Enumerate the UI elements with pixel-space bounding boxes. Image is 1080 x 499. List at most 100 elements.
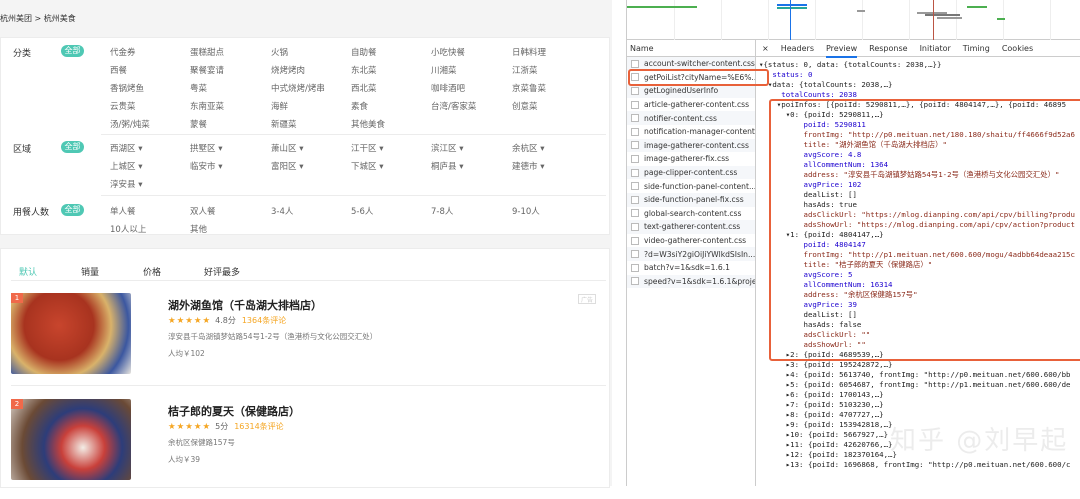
poi-item[interactable]: 1 湖外湖鱼馆（千岛湖大排档店） ★★★★★ 4.8分 1364条评论 淳安县千岛湖镇梦姑… — [1, 293, 611, 393]
request-item[interactable]: notification-manager-content... — [627, 125, 755, 139]
request-item[interactable]: getLoginedUserInfo — [627, 84, 755, 98]
filter-option[interactable]: 台湾/客家菜 — [431, 100, 476, 112]
json-line[interactable]: ▸6: {poiId: 1700143,…} — [759, 390, 1075, 400]
filter-option[interactable]: 代金券 — [110, 46, 136, 58]
request-item[interactable]: article-gatherer-content.css — [627, 98, 755, 112]
name-column-header[interactable]: Name — [627, 40, 755, 57]
filter-option[interactable]: 江干区 ▾ — [351, 142, 383, 154]
filter-option[interactable]: 素食 — [351, 100, 368, 112]
filter-option[interactable]: 火锅 — [271, 46, 288, 58]
sort-tab[interactable]: 默认 — [19, 265, 37, 278]
json-line[interactable]: ▾data: {totalCounts: 2038,…} — [759, 80, 1075, 90]
json-line[interactable]: ▸7: {poiId: 5103230,…} — [759, 400, 1075, 410]
filter-option[interactable]: 萧山区 ▾ — [271, 142, 303, 154]
filter-option[interactable]: 东南亚菜 — [190, 100, 224, 112]
json-line[interactable]: ▸5: {poiId: 6054687, frontImg: "http://p… — [759, 380, 1075, 390]
filter-option[interactable]: 东北菜 — [351, 64, 377, 76]
filter-option[interactable]: 淳安县 ▾ — [110, 178, 142, 190]
comment-count-link[interactable]: 1364条评论 — [242, 316, 286, 325]
sort-tab[interactable]: 好评最多 — [204, 265, 240, 278]
filter-option[interactable]: 下城区 ▾ — [351, 160, 383, 172]
filter-option[interactable]: 其他 — [190, 223, 207, 235]
filter-option[interactable]: 富阳区 ▾ — [271, 160, 303, 172]
filter-all-button[interactable]: 全部 — [61, 45, 84, 57]
poi-item[interactable]: 2 桔子郎的夏天（保健路店） ★★★★★ 5分 16314条评论 余杭区保健路157号 人均… — [1, 399, 611, 499]
filter-option[interactable]: 滨江区 ▾ — [431, 142, 463, 154]
sort-tab[interactable]: 销量 — [81, 265, 99, 278]
filter-all-button[interactable]: 全部 — [61, 141, 84, 153]
filter-option[interactable]: 余杭区 ▾ — [512, 142, 544, 154]
tab-preview[interactable]: Preview — [826, 44, 858, 58]
json-line[interactable]: ▸10: {poiId: 5667927,…} — [759, 430, 1075, 440]
filter-option[interactable]: 日韩料理 — [512, 46, 546, 58]
filter-option[interactable]: 拱墅区 ▾ — [190, 142, 222, 154]
tab-headers[interactable]: Headers — [781, 44, 814, 53]
tab-cookies[interactable]: Cookies — [1002, 44, 1033, 53]
json-line[interactable]: ▸8: {poiId: 4707727,…} — [759, 410, 1075, 420]
filter-option[interactable]: 单人餐 — [110, 205, 136, 217]
filter-option[interactable]: 小吃快餐 — [431, 46, 465, 58]
json-line[interactable]: ▸13: {poiId: 1696868, frontImg: "http://… — [759, 460, 1075, 470]
filter-option[interactable]: 双人餐 — [190, 205, 216, 217]
request-item[interactable]: image-gatherer-fix.css — [627, 152, 755, 166]
filter-option[interactable]: 9-10人 — [512, 205, 540, 217]
json-line[interactable]: ▸11: {poiId: 42620766,…} — [759, 440, 1075, 450]
filter-option[interactable]: 江浙菜 — [512, 64, 538, 76]
poi-title[interactable]: 湖外湖鱼馆（千岛湖大排档店） — [168, 297, 322, 313]
waterfall-overview[interactable] — [627, 0, 1080, 40]
filter-option[interactable]: 汤/粥/炖菜 — [110, 118, 150, 130]
tab-response[interactable]: Response — [869, 44, 907, 53]
filter-option[interactable]: 创意菜 — [512, 100, 538, 112]
filter-option[interactable]: 临安市 ▾ — [190, 160, 222, 172]
request-item[interactable]: batch?v=1&sdk=1.6.1 — [627, 261, 755, 275]
filter-option[interactable]: 10人以上 — [110, 223, 146, 235]
json-line[interactable]: status: 0 — [759, 70, 1075, 80]
filter-option[interactable]: 蛋糕甜点 — [190, 46, 224, 58]
tab-initiator[interactable]: Initiator — [920, 44, 951, 53]
filter-option[interactable]: 西北菜 — [351, 82, 377, 94]
filter-option[interactable]: 中式烧烤/烤串 — [271, 82, 325, 94]
filter-option[interactable]: 西餐 — [110, 64, 127, 76]
filter-option[interactable]: 其他美食 — [351, 118, 385, 130]
filter-option[interactable]: 蒙餐 — [190, 118, 207, 130]
filter-option[interactable]: 5-6人 — [351, 205, 373, 217]
filter-option[interactable]: 上城区 ▾ — [110, 160, 142, 172]
filter-option[interactable]: 3-4人 — [271, 205, 293, 217]
request-item[interactable]: page-clipper-content.css — [627, 165, 755, 180]
tab-timing[interactable]: Timing — [963, 44, 990, 53]
request-item[interactable]: video-gatherer-content.css — [627, 234, 755, 248]
filter-option[interactable]: 川湘菜 — [431, 64, 457, 76]
filter-all-button[interactable]: 全部 — [61, 204, 84, 216]
filter-option[interactable]: 京菜鲁菜 — [512, 82, 546, 94]
json-line[interactable]: ▸9: {poiId: 153942818,…} — [759, 420, 1075, 430]
filter-option[interactable]: 新疆菜 — [271, 118, 297, 130]
filter-option[interactable]: 7-8人 — [431, 205, 453, 217]
filter-option[interactable]: 自助餐 — [351, 46, 377, 58]
filter-option[interactable]: 建德市 ▾ — [512, 160, 544, 172]
request-item[interactable]: side-function-panel-fix.css — [627, 192, 755, 207]
filter-option[interactable]: 聚餐宴请 — [190, 64, 224, 76]
filter-option[interactable]: 云贵菜 — [110, 100, 136, 112]
close-icon[interactable]: × — [762, 44, 769, 53]
request-item[interactable]: side-function-panel-content.... — [627, 179, 755, 193]
request-item[interactable]: notifier-content.css — [627, 111, 755, 125]
json-line[interactable]: ▾{status: 0, data: {totalCounts: 2038,…}… — [759, 60, 1075, 70]
json-line[interactable]: ▸12: {poiId: 182370164,…} — [759, 450, 1075, 460]
filter-option[interactable]: 香锅烤鱼 — [110, 82, 144, 94]
request-item[interactable]: image-gatherer-content.css — [627, 138, 755, 153]
json-line[interactable]: ▸4: {poiId: 5613740, frontImg: "http://p… — [759, 370, 1075, 380]
filter-option[interactable]: 西湖区 ▾ — [110, 142, 142, 154]
poi-title[interactable]: 桔子郎的夏天（保健路店） — [168, 403, 300, 419]
filter-option[interactable]: 海鲜 — [271, 100, 288, 112]
request-item[interactable]: global-search-content.css — [627, 207, 755, 221]
filter-option[interactable]: 桐庐县 ▾ — [431, 160, 463, 172]
sort-tab[interactable]: 价格 — [143, 265, 161, 278]
breadcrumb[interactable]: 杭州美团 > 杭州美食 — [0, 13, 76, 24]
filter-option[interactable]: 粤菜 — [190, 82, 207, 94]
json-line[interactable]: ▸3: {poiId: 195242872,…} — [759, 360, 1075, 370]
request-item[interactable]: ?d=W3siY2giOiJiYWlkdSIsIn... — [627, 247, 755, 261]
request-item[interactable]: speed?v=1&sdk=1.6.1&proje... — [627, 274, 755, 289]
filter-option[interactable]: 咖啡酒吧 — [431, 82, 465, 94]
filter-option[interactable]: 烧烤烤肉 — [271, 64, 305, 76]
comment-count-link[interactable]: 16314条评论 — [234, 422, 283, 431]
